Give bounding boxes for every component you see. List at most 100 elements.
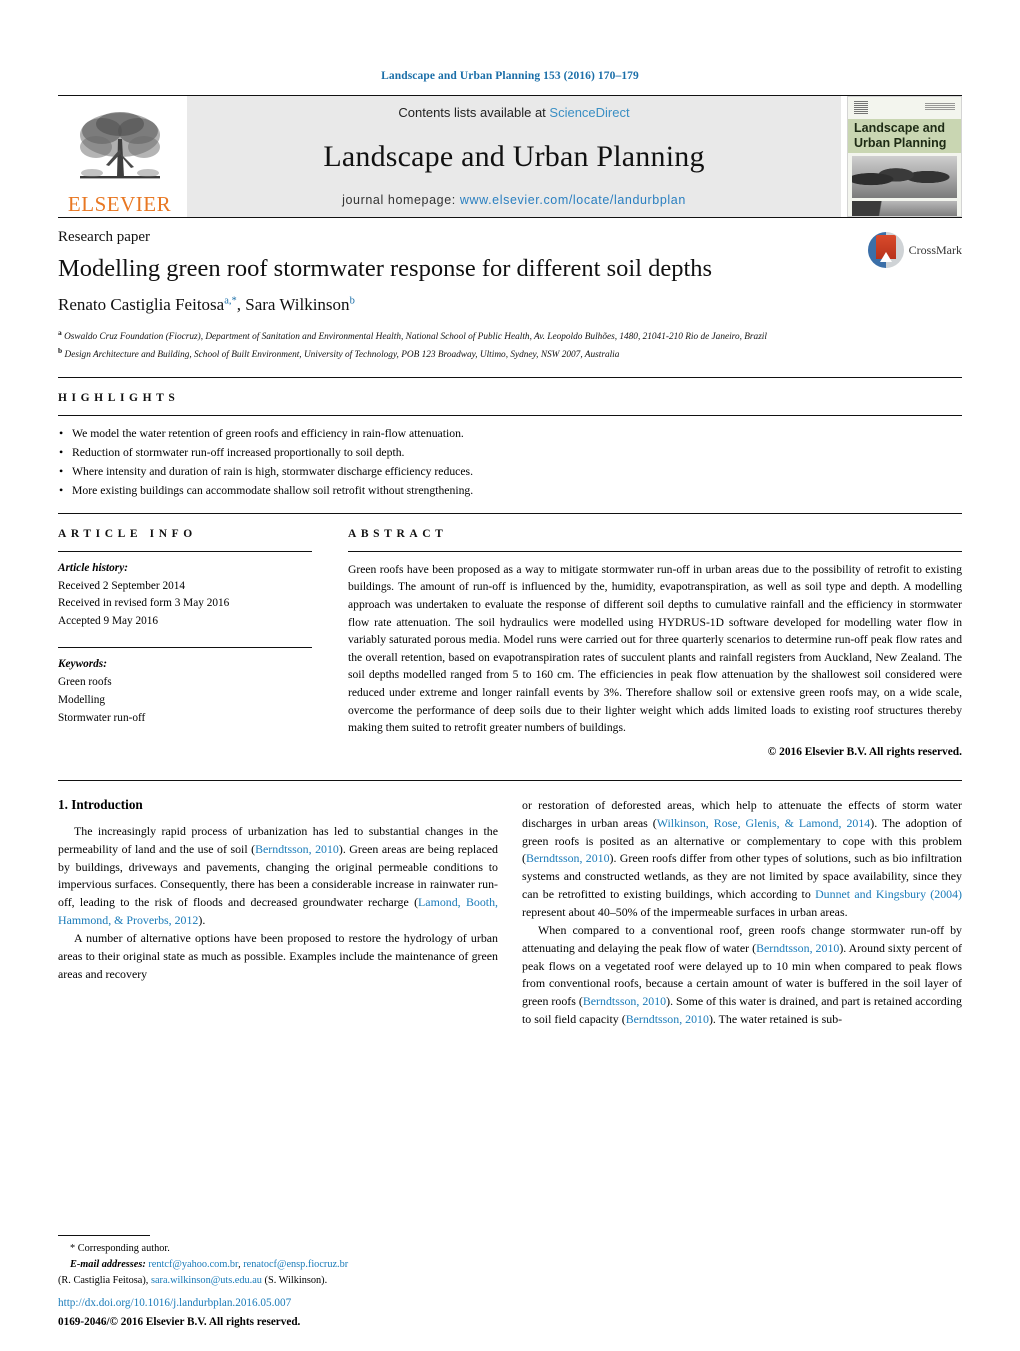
cover-barcode-icon <box>925 102 955 110</box>
keywords-label: Keywords: <box>58 658 107 671</box>
article-page: Landscape and Urban Planning 153 (2016) … <box>0 0 1020 1351</box>
affiliation-b-marker: b <box>58 345 63 355</box>
page-title: Modelling green roof stormwater response… <box>58 255 713 282</box>
article-type-kicker: Research paper <box>58 229 151 245</box>
affiliation-a-marker: a <box>58 327 62 337</box>
body-column-left: 1. Introduction The increasingly rapid p… <box>58 797 498 1029</box>
para-text: ). The water retained is sub- <box>708 1012 843 1027</box>
email-link-1[interactable]: rentcf@yahoo.com.br <box>148 1259 238 1270</box>
abstract-column: ABSTRACT Green roofs have been proposed … <box>330 514 962 758</box>
article-info-column: ARTICLE INFO Article history: Received 2… <box>58 514 330 758</box>
contents-available-line: Contents lists available at ScienceDirec… <box>398 105 629 120</box>
corresponding-author-note: * Corresponding author. <box>58 1241 498 1257</box>
list-item: We model the water retention of green ro… <box>58 424 962 444</box>
email-owner-1: (R. Castiglia Feitosa), <box>58 1274 151 1286</box>
journal-homepage-link[interactable]: www.elsevier.com/locate/landurbplan <box>460 193 686 207</box>
citation-link[interactable]: Berndtsson, 2010 <box>626 1012 709 1026</box>
corresponding-star: * <box>70 1242 76 1254</box>
footnote-block: * Corresponding author. E-mail addresses… <box>58 1234 498 1289</box>
info-abstract-section: ARTICLE INFO Article history: Received 2… <box>58 512 962 758</box>
cover-title-band: Landscape and Urban Planning <box>848 119 961 153</box>
cover-title-line-1: Landscape and <box>854 121 945 135</box>
article-info-heading: ARTICLE INFO <box>58 527 197 540</box>
keyword-item: Modelling <box>58 693 106 706</box>
elsevier-wordmark: ELSEVIER <box>67 192 172 216</box>
journal-homepage-line: journal homepage: www.elsevier.com/locat… <box>342 193 686 207</box>
crossmark-icon <box>867 232 904 268</box>
citation-link[interactable]: Wilkinson, Rose, Glenis, & Lamond, 2014 <box>657 816 871 830</box>
issn-copyright-line: 0169-2046/© 2016 Elsevier B.V. All right… <box>58 1316 301 1329</box>
author-1-affil-marker: a, <box>224 295 232 307</box>
cover-header <box>848 97 961 119</box>
footnote-rule <box>58 1234 150 1236</box>
affiliation-a-text: Oswaldo Cruz Foundation (Fiocruz), Depar… <box>64 332 767 342</box>
article-history-revised: Received in revised form 3 May 2016 <box>58 597 230 610</box>
citation-link[interactable]: Berndtsson, 2010 <box>255 842 339 856</box>
para-text: represent about 40–50% of the impermeabl… <box>522 905 848 920</box>
paragraph: or restoration of deforested areas, whic… <box>522 797 962 922</box>
author-2-name[interactable]: Sara Wilkinson <box>245 295 349 314</box>
affiliation-b-text: Design Architecture and Building, School… <box>64 350 620 361</box>
keyword-item: Stormwater run-off <box>58 711 146 724</box>
homepage-prefix: journal homepage: <box>342 193 460 207</box>
article-history-label: Article history: <box>58 561 128 574</box>
article-history-received: Received 2 September 2014 <box>58 579 186 592</box>
body-columns: 1. Introduction The increasingly rapid p… <box>58 797 962 1029</box>
cover-photo-buildings <box>852 201 957 216</box>
highlights-heading: HIGHLIGHTS <box>58 391 180 404</box>
keyword-item: Green roofs <box>58 676 112 688</box>
title-block: Research paper Modelling green roof stor… <box>58 217 962 363</box>
abstract-heading: ABSTRACT <box>348 527 448 540</box>
affiliation-a: a Oswaldo Cruz Foundation (Fiocruz), Dep… <box>58 327 848 345</box>
para-text: ). <box>198 913 206 928</box>
cover-title-line-2: Urban Planning <box>854 135 947 150</box>
crossmark-label: CrossMark <box>908 242 962 257</box>
crossmark-badge[interactable]: CrossMark <box>867 232 962 268</box>
article-history-accepted: Accepted 9 May 2016 <box>58 615 159 628</box>
journal-cover-thumbnail: Landscape and Urban Planning <box>847 96 962 217</box>
corresponding-author-label: Corresponding author. <box>77 1242 170 1254</box>
affiliations: a Oswaldo Cruz Foundation (Fiocruz), Dep… <box>58 327 848 363</box>
abstract-text: Green roofs have been proposed as a way … <box>348 562 962 735</box>
email-link-3[interactable]: sara.wilkinson@uts.edu.au <box>151 1275 262 1286</box>
email-owner-2: (S. Wilkinson). <box>261 1274 328 1286</box>
citation-link[interactable]: Dunnet and Kingsbury (2004) <box>815 887 962 901</box>
email-link-2[interactable]: renatocf@ensp.fiocruz.br <box>243 1259 348 1270</box>
body-column-right: or restoration of deforested areas, whic… <box>522 797 962 1029</box>
journal-title: Landscape and Urban Planning <box>323 139 705 173</box>
list-item: More existing buildings can accommodate … <box>58 481 962 501</box>
paragraph: When compared to a conventional roof, gr… <box>522 922 962 1029</box>
doi-block: http://dx.doi.org/10.1016/j.landurbplan.… <box>58 1295 538 1331</box>
doi-link[interactable]: http://dx.doi.org/10.1016/j.landurbplan.… <box>58 1295 538 1312</box>
citation-link[interactable]: Berndtsson, 2010 <box>583 994 666 1008</box>
elsevier-tree-icon <box>79 112 160 179</box>
paragraph: The increasingly rapid process of urbani… <box>58 823 498 930</box>
highlights-list: We model the water retention of green ro… <box>58 416 962 513</box>
sciencedirect-link[interactable]: ScienceDirect <box>549 105 629 120</box>
cover-publisher-mark-icon <box>854 101 868 114</box>
article-history-block: Article history: Received 2 September 20… <box>58 552 312 631</box>
running-head: Landscape and Urban Planning 153 (2016) … <box>381 70 639 82</box>
email-addresses-line: E-mail addresses: rentcf@yahoo.com.br, r… <box>58 1257 498 1273</box>
keywords-block: Keywords: Green roofs Modelling Stormwat… <box>58 648 312 727</box>
journal-masthead: ELSEVIER Contents lists available at Sci… <box>58 95 962 217</box>
affiliation-b: b Design Architecture and Building, Scho… <box>58 345 848 363</box>
email-owner-line: (R. Castiglia Feitosa), sara.wilkinson@u… <box>58 1273 498 1289</box>
author-1-name[interactable]: Renato Castiglia Feitosa <box>58 295 224 314</box>
cover-photo-trees <box>852 156 957 198</box>
citation-link[interactable]: Berndtsson, 2010 <box>526 851 610 865</box>
section-heading-introduction: 1. Introduction <box>58 796 143 812</box>
author-list: Renato Castiglia Feitosaa,*, Sara Wilkin… <box>58 294 355 314</box>
abstract-copyright: © 2016 Elsevier B.V. All rights reserved… <box>767 745 962 758</box>
contents-prefix: Contents lists available at <box>398 105 550 120</box>
journal-banner: Contents lists available at ScienceDirec… <box>187 96 841 217</box>
list-item: Where intensity and duration of rain is … <box>58 462 962 482</box>
body-top-rule <box>58 779 962 781</box>
author-2-affil-marker: b <box>349 295 355 307</box>
citation-link[interactable]: Berndtsson, 2010 <box>756 941 839 955</box>
list-item: Reduction of stormwater run-off increase… <box>58 443 962 463</box>
paragraph: A number of alternative options have bee… <box>58 931 498 981</box>
corresponding-author-marker: * <box>231 295 237 307</box>
elsevier-logo: ELSEVIER <box>58 96 181 217</box>
email-addresses-label: E-mail addresses: <box>70 1258 146 1270</box>
